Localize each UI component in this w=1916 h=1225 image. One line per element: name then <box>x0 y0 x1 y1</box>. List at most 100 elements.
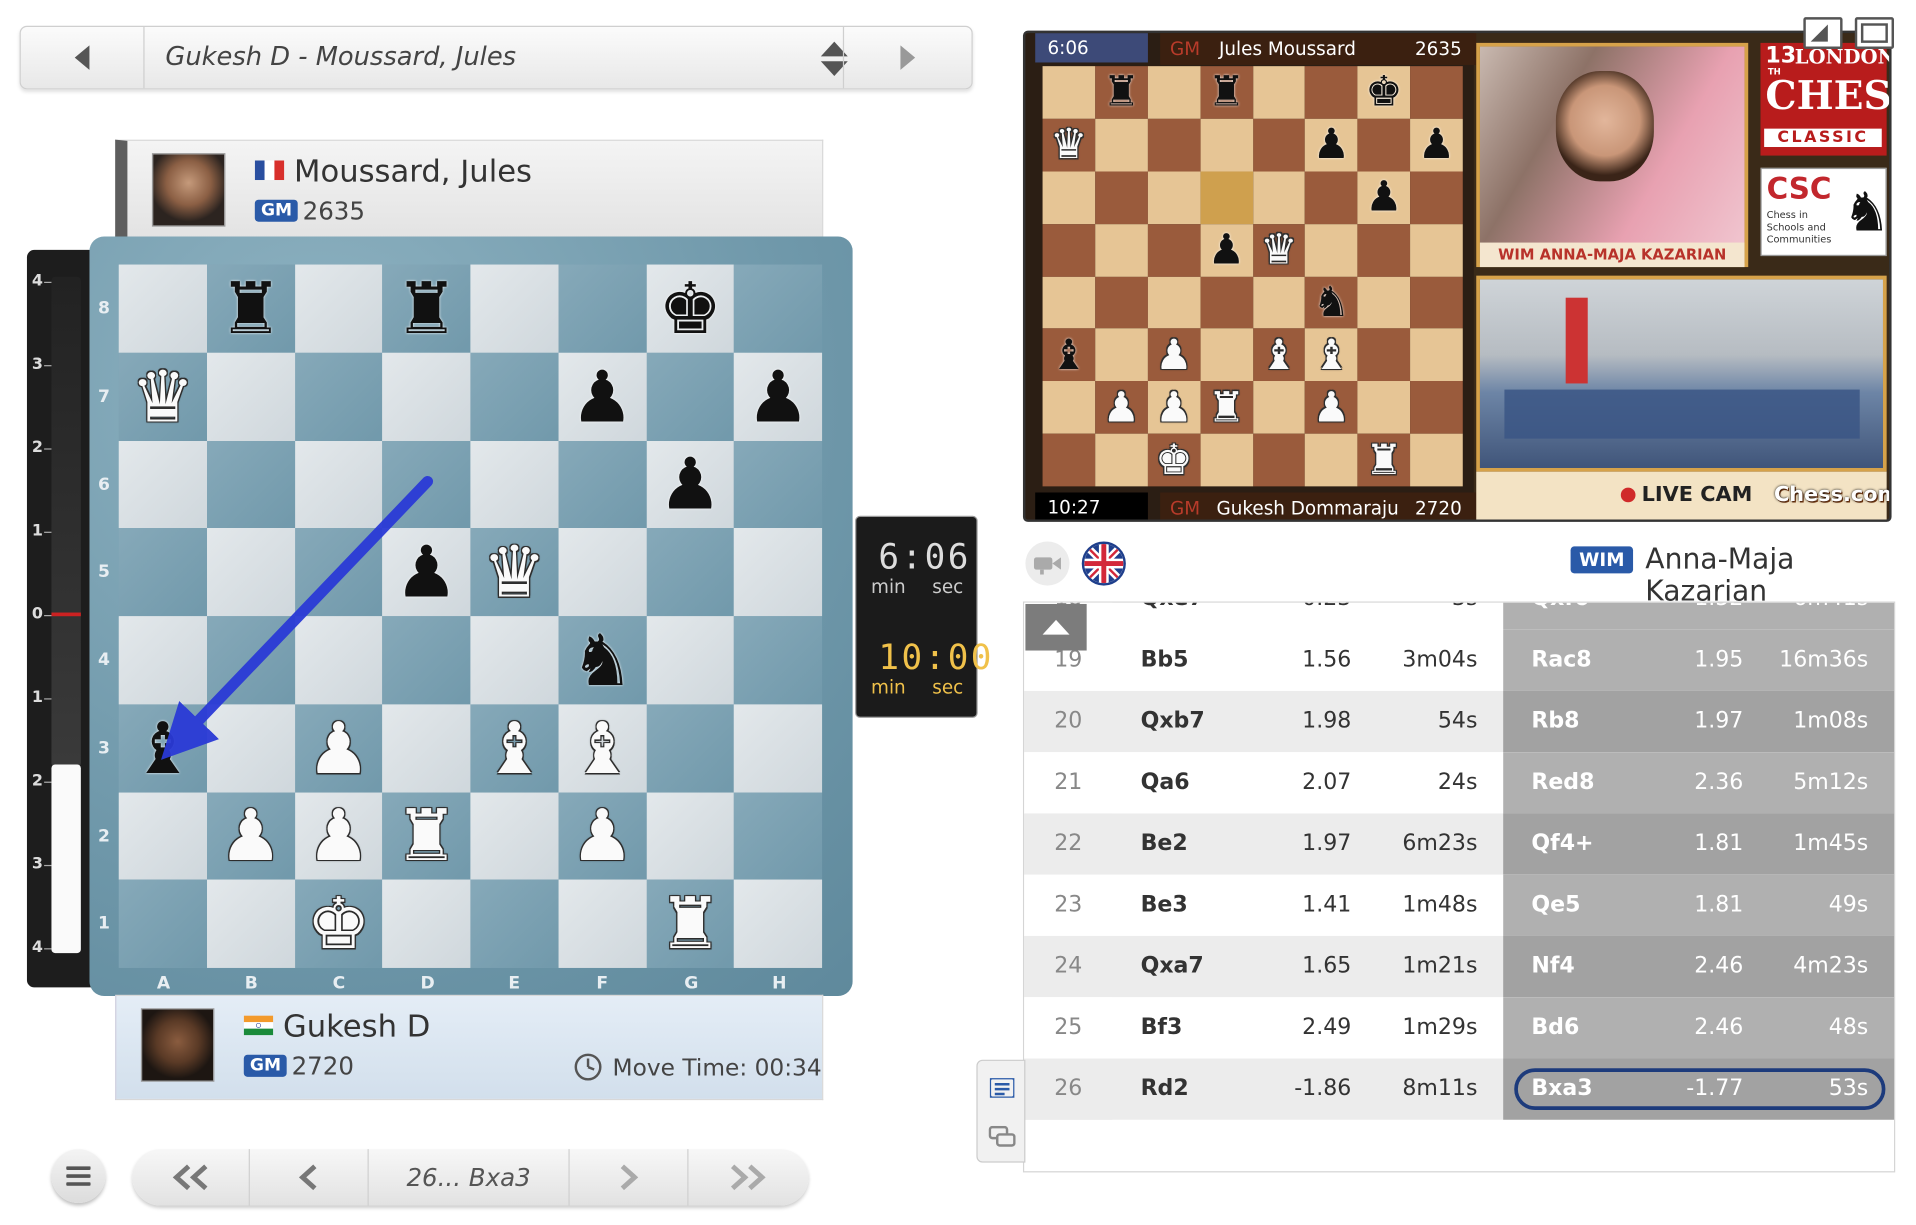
move-row[interactable]: 25 Bf3 2.49 1m29s Bd6 2.46 48s <box>1024 997 1895 1059</box>
square-d7[interactable] <box>382 352 471 441</box>
move-list[interactable]: 18Qxe70.233sQxf61.526m41s 19Bb51.563m04s… <box>1022 601 1896 1173</box>
previous-move-button[interactable] <box>250 1149 369 1206</box>
square-b5[interactable] <box>206 528 295 617</box>
black-move[interactable]: Nf4 <box>1531 936 1574 997</box>
white-move[interactable]: Be2 <box>1141 813 1188 874</box>
black-pawn-icon[interactable]: ♟ <box>658 449 722 520</box>
square-f8[interactable] <box>558 264 647 353</box>
move-row[interactable]: 21 Qa6 2.07 24s Red8 2.36 5m12s <box>1024 752 1895 814</box>
square-h3[interactable] <box>734 704 823 793</box>
square-a1[interactable] <box>118 879 207 968</box>
square-f7[interactable]: ♟ <box>558 352 647 441</box>
square-g1[interactable]: ♜ <box>646 879 735 968</box>
square-e4[interactable] <box>470 616 559 705</box>
fullscreen-button[interactable] <box>1854 17 1895 50</box>
move-row[interactable]: 24 Qxa7 1.65 1m21s Nf4 2.46 4m23s <box>1024 935 1895 998</box>
square-f6[interactable] <box>558 440 647 529</box>
square-f1[interactable] <box>558 879 647 968</box>
black-move[interactable]: Red8 <box>1531 752 1594 813</box>
square-g4[interactable] <box>646 616 735 705</box>
square-h8[interactable] <box>734 264 823 353</box>
black-move-cell[interactable]: Rb8 1.97 1m08s <box>1503 690 1895 753</box>
move-row[interactable]: 19 Bb5 1.56 3m04s Rac8 1.95 16m36s <box>1024 629 1895 691</box>
move-row[interactable]: 20 Qxb7 1.98 54s Rb8 1.97 1m08s <box>1024 690 1895 753</box>
square-h5[interactable] <box>734 528 823 617</box>
scroll-up-button[interactable] <box>1025 603 1087 651</box>
square-a8[interactable] <box>118 264 207 353</box>
square-g3[interactable] <box>646 704 735 793</box>
square-d8[interactable]: ♜ <box>382 264 471 353</box>
black-move-cell[interactable]: Red8 2.36 5m12s <box>1503 752 1895 814</box>
move-row[interactable]: 18Qxe70.233sQxf61.526m41s <box>1024 602 1895 630</box>
camera-toggle-button[interactable] <box>1025 541 1070 586</box>
black-move[interactable]: Bxa3 <box>1531 1058 1592 1119</box>
square-e8[interactable] <box>470 264 559 353</box>
square-d5[interactable]: ♟ <box>382 528 471 617</box>
square-b4[interactable] <box>206 616 295 705</box>
square-a6[interactable] <box>118 440 207 529</box>
black-knight-icon[interactable]: ♞ <box>570 625 634 696</box>
square-g8[interactable]: ♚ <box>646 264 735 353</box>
square-c8[interactable] <box>294 264 383 353</box>
square-e5[interactable]: ♛ <box>470 528 559 617</box>
white-move[interactable]: Bf3 <box>1141 997 1183 1058</box>
square-b8[interactable]: ♜ <box>206 264 295 353</box>
square-d2[interactable]: ♜ <box>382 792 471 880</box>
square-b1[interactable] <box>206 879 295 968</box>
black-move[interactable]: Qe5 <box>1531 875 1580 936</box>
square-c2[interactable]: ♟ <box>294 792 383 880</box>
white-rook-icon[interactable]: ♜ <box>395 800 459 871</box>
black-move-cell[interactable]: Bd6 2.46 48s <box>1503 997 1895 1059</box>
black-pawn-icon[interactable]: ♟ <box>395 537 459 608</box>
black-rook-icon[interactable]: ♜ <box>219 273 283 344</box>
square-h6[interactable] <box>734 440 823 529</box>
black-move-cell[interactable]: Qxf6 1.526m41s <box>1503 602 1895 630</box>
black-move-cell[interactable]: Qe5 1.81 49s <box>1503 874 1895 936</box>
white-pawn-icon[interactable]: ♟ <box>219 800 283 871</box>
move-row[interactable]: 22 Be2 1.97 6m23s Qf4+ 1.81 1m45s <box>1024 813 1895 875</box>
last-move-button[interactable] <box>689 1149 807 1205</box>
square-b3[interactable] <box>206 704 295 793</box>
square-h4[interactable] <box>734 616 823 705</box>
white-move[interactable]: Bb5 <box>1141 630 1189 691</box>
square-h2[interactable] <box>734 792 823 880</box>
square-d3[interactable] <box>382 704 471 793</box>
chess-board[interactable]: ♜ ♜ ♚ ♛ ♟ ♟ ♟ ♟ ♛ ♞ ♝ ♟ ♝ ♝ ♟ ♟ ♜ ♟ ♚ ♜ <box>118 264 823 968</box>
black-bishop-icon[interactable]: ♝ <box>131 713 195 784</box>
square-g2[interactable] <box>646 792 735 880</box>
game-selector[interactable]: Gukesh D - Moussard, Jules <box>19 25 973 90</box>
square-h1[interactable] <box>734 879 823 968</box>
square-c4[interactable] <box>294 616 383 705</box>
square-d4[interactable] <box>382 616 471 705</box>
black-move[interactable]: Rb8 <box>1531 691 1579 752</box>
square-a7[interactable]: ♛ <box>118 352 207 441</box>
square-e2[interactable] <box>470 792 559 880</box>
square-b7[interactable] <box>206 352 295 441</box>
white-move[interactable]: Be3 <box>1141 875 1188 936</box>
move-row[interactable]: 26 Rd2 -1.86 8m11s Bxa3 -1.77 53s <box>1024 1058 1895 1120</box>
white-rook-icon[interactable]: ♜ <box>658 888 722 959</box>
square-b2[interactable]: ♟ <box>206 792 295 880</box>
square-g6[interactable]: ♟ <box>646 440 735 529</box>
square-e3[interactable]: ♝ <box>470 704 559 793</box>
black-move-cell[interactable]: Rac8 1.95 16m36s <box>1503 629 1895 691</box>
white-queen-icon[interactable]: ♛ <box>483 537 547 608</box>
move-row[interactable]: 23 Be3 1.41 1m48s Qe5 1.81 49s <box>1024 874 1895 936</box>
white-move[interactable]: Qa6 <box>1141 752 1190 813</box>
white-move[interactable]: Qxa7 <box>1141 936 1204 997</box>
white-pawn-icon[interactable]: ♟ <box>570 800 634 871</box>
black-rook-icon[interactable]: ♜ <box>395 273 459 344</box>
live-video[interactable]: ♜ ♜ ♚ ♛ ♟ ♟ ♟ ♟ ♛ ♞ ♝ ♟ ♝ ♝ ♟ ♟ ♜ ♟ ♚ ♜ 6:06 GM Jules Mouss… <box>1022 30 1892 522</box>
black-move[interactable]: Rac8 <box>1531 630 1591 691</box>
square-c1[interactable]: ♚ <box>294 879 383 968</box>
white-pawn-icon[interactable]: ♟ <box>307 713 371 784</box>
white-move[interactable]: Rd2 <box>1141 1058 1189 1119</box>
square-b6[interactable] <box>206 440 295 529</box>
square-a3[interactable]: ♝ <box>118 704 207 793</box>
black-move[interactable]: Bd6 <box>1531 997 1579 1058</box>
square-c3[interactable]: ♟ <box>294 704 383 793</box>
square-f4[interactable]: ♞ <box>558 616 647 705</box>
white-king-icon[interactable]: ♚ <box>307 888 371 959</box>
square-e1[interactable] <box>470 879 559 968</box>
language-button[interactable] <box>1081 541 1126 586</box>
